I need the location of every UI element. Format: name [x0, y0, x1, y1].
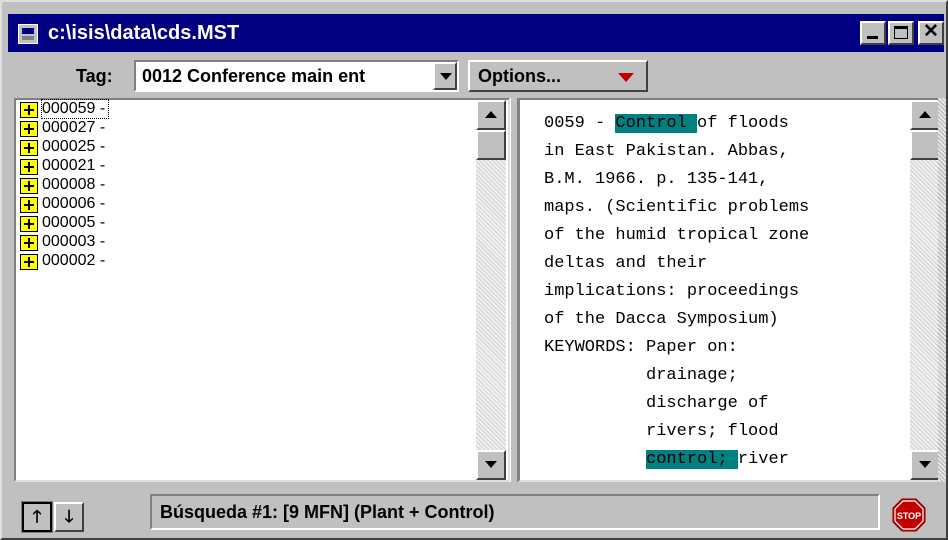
status-bar: Búsqueda #1: [9 MFN] (Plant + Control): [150, 494, 880, 530]
record-text: 0059 - Control of floods in East Pakistan…: [544, 110, 904, 474]
plus-icon[interactable]: [20, 216, 38, 232]
list-item-label: 000059 -: [40, 99, 110, 119]
record-list-scrollbar[interactable]: [476, 100, 506, 480]
record-line-text: maps. (Scientific problems: [544, 198, 810, 217]
list-item-label: 000005 -: [42, 214, 106, 231]
record-line-text: deltas and their: [544, 254, 708, 273]
close-icon: ✕: [923, 21, 939, 42]
record-line: KEYWORDS: Paper on:: [544, 334, 904, 362]
arrow-down-icon: [485, 461, 497, 468]
record-line-text: of the humid tropical zone: [544, 226, 810, 245]
record-line: discharge of: [544, 390, 904, 418]
record-line: implications: proceedings: [544, 278, 904, 306]
tag-select-value: 0012 Conference main ent: [142, 66, 366, 86]
options-label: Options...: [478, 66, 561, 86]
options-button[interactable]: Options...: [468, 60, 648, 92]
record-line-text: [544, 450, 646, 469]
list-item-label: 000025 -: [42, 138, 106, 155]
record-line-text: discharge of: [544, 394, 769, 413]
tag-label: Tag:: [76, 66, 113, 86]
record-line: rivers; flood: [544, 418, 904, 446]
record-display-scrollbar[interactable]: [910, 100, 940, 480]
record-line: in East Pakistan. Abbas,: [544, 138, 904, 166]
plus-icon[interactable]: [20, 235, 38, 251]
record-line-text: KEYWORDS: Paper on:: [544, 338, 738, 357]
record-line-text: in East Pakistan. Abbas,: [544, 142, 789, 161]
arrow-down-icon: [919, 461, 931, 468]
minimize-button[interactable]: [860, 21, 886, 45]
minimize-icon: [867, 36, 878, 39]
dropdown-arrow-icon: [618, 73, 634, 82]
list-item-label: 000021 -: [42, 157, 106, 174]
plus-icon[interactable]: [20, 140, 38, 156]
record-line-text: implications: proceedings: [544, 282, 800, 301]
scroll-down-button[interactable]: [910, 450, 940, 480]
record-line-text: of floods: [697, 114, 789, 133]
list-item-label: 000002 -: [42, 252, 106, 269]
stop-sign-icon[interactable]: STOP: [892, 498, 926, 532]
plus-icon[interactable]: [20, 197, 38, 213]
record-line: B.M. 1966. p. 135-141,: [544, 166, 904, 194]
list-item-label: 000003 -: [42, 233, 106, 250]
title-bar[interactable]: c:\isis\data\cds.MST ✕: [8, 14, 944, 52]
search-term-highlight: control;: [646, 450, 738, 469]
plus-icon[interactable]: [20, 178, 38, 194]
record-line-text: drainage;: [544, 366, 738, 385]
chevron-down-icon: [440, 73, 452, 80]
search-term-highlight: Control: [615, 114, 698, 133]
record-list[interactable]: 000059 -000027 - 000025 - 000021 - 000008 -…: [14, 98, 510, 482]
plus-icon[interactable]: [20, 159, 38, 175]
record-line: of the humid tropical zone: [544, 222, 904, 250]
record-line: deltas and their: [544, 250, 904, 278]
arrow-up-icon: [919, 111, 931, 118]
arrow-up-icon: 🡑: [32, 507, 42, 526]
record-line: drainage;: [544, 362, 904, 390]
scroll-thumb[interactable]: [476, 130, 506, 160]
main-window: c:\isis\data\cds.MST ✕ Tag: 0012 Confere…: [0, 0, 948, 540]
close-button[interactable]: ✕: [918, 21, 944, 45]
maximize-icon: [894, 26, 908, 39]
search-status: Búsqueda #1: [9 MFN] (Plant + Control): [160, 502, 495, 522]
record-line: 0059 - Control of floods: [544, 110, 904, 138]
list-item-label: 000008 -: [42, 176, 106, 193]
arrow-up-icon: [485, 111, 497, 118]
record-line-text: B.M. 1966. p. 135-141,: [544, 170, 769, 189]
window-edge: [938, 98, 946, 482]
scroll-up-button[interactable]: [910, 100, 940, 130]
record-line-text: of the Dacca Symposium): [544, 310, 779, 329]
window-title: c:\isis\data\cds.MST: [48, 22, 240, 44]
record-line-text: river: [737, 450, 789, 469]
tag-select[interactable]: 0012 Conference main ent: [134, 60, 459, 92]
record-line: control; river: [544, 446, 904, 474]
record-line-text: rivers; flood: [544, 422, 779, 441]
previous-record-button[interactable]: 🡑: [21, 501, 53, 533]
plus-icon[interactable]: [20, 121, 38, 137]
list-item-label: 000027 -: [42, 119, 106, 136]
scroll-up-button[interactable]: [476, 100, 506, 130]
arrow-down-icon: 🡓: [64, 507, 74, 526]
plus-icon[interactable]: [20, 102, 38, 118]
record-line-text: 0059 -: [544, 114, 616, 133]
plus-icon[interactable]: [20, 254, 38, 270]
stop-label: STOP: [897, 511, 921, 521]
record-display[interactable]: 0059 - Control of floods in East Pakistan…: [518, 98, 944, 482]
record-line: maps. (Scientific problems: [544, 194, 904, 222]
list-item-label: 000006 -: [42, 195, 106, 212]
next-record-button[interactable]: 🡓: [54, 502, 84, 532]
panel-splitter[interactable]: [510, 98, 518, 482]
scroll-down-button[interactable]: [476, 450, 506, 480]
maximize-button[interactable]: [888, 21, 914, 45]
tag-dropdown-button[interactable]: [433, 62, 457, 90]
scroll-thumb[interactable]: [910, 130, 940, 160]
record-line: of the Dacca Symposium): [544, 306, 904, 334]
database-icon[interactable]: [18, 24, 38, 44]
